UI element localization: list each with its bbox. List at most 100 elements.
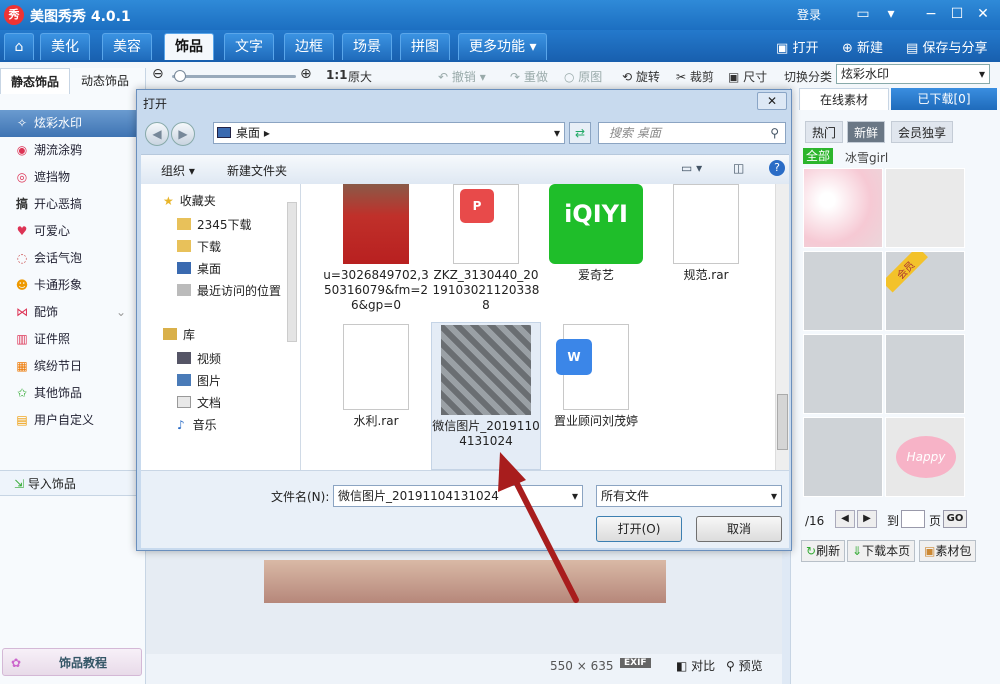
scrollbar-thumb[interactable] [777,394,788,450]
resize-button[interactable]: ▣ 尺寸 [728,68,767,85]
tab-scene[interactable]: 场景 [342,33,392,60]
sidebar-item[interactable]: 搞开心恶搞 [0,191,145,218]
sidebar-item[interactable]: ▤ 用户自定义 [0,407,145,434]
minimize-icon[interactable]: − [920,4,942,24]
zoom-slider-handle[interactable] [174,70,186,82]
expand-icon[interactable]: ⌄ [116,299,126,326]
close-icon[interactable]: ✕ [972,4,994,24]
tab-beautify[interactable]: 美化 [40,33,90,60]
zoom-slider[interactable] [172,75,296,78]
nav-item[interactable]: 桌面 [177,258,221,280]
download-page-button[interactable]: ⇓下载本页 [847,540,916,562]
login-link[interactable]: 登录 [797,6,821,23]
filter-hot[interactable]: 热门 [805,121,844,143]
material-thumbnail[interactable]: Happy [885,417,965,497]
material-thumbnail[interactable]: 会员 [885,251,965,331]
tab-frame[interactable]: 边框 [284,33,334,60]
accessory-tutorial-button[interactable]: ✿ 饰品教程 [2,648,142,676]
nav-favorites[interactable]: ★ 收藏夹 [163,190,216,212]
file-item[interactable]: u=3026849702,350316079&fm=26&gp=0 [321,184,431,313]
tab-beauty[interactable]: 美容 [102,33,152,60]
sidebar-item[interactable]: ◉ 潮流涂鸦 [0,137,145,164]
file-item[interactable]: 规范.rar [651,184,761,283]
exif-button[interactable]: EXIF [620,658,651,668]
tab-text[interactable]: 文字 [224,33,274,60]
material-thumbnail[interactable] [885,334,965,414]
actual-size-button[interactable]: 1:1 [326,68,348,82]
menu-icon[interactable]: ▾ [880,4,902,24]
view-options-icon[interactable]: ▭ ▾ [681,161,702,175]
cancel-button[interactable]: 取消 [696,516,782,542]
sidebar-item[interactable]: ✩ 其他饰品 [0,380,145,407]
refresh-button[interactable]: ↻刷新 [801,540,846,562]
tab-more[interactable]: 更多功能 ▾ [458,33,548,60]
file-list-scrollbar[interactable] [775,184,789,470]
new-folder-button[interactable]: 新建文件夹 [227,162,287,179]
original-button[interactable]: ○ 原图 [564,68,602,85]
go-button[interactable]: GO [943,510,967,528]
nav-item[interactable]: 最近访问的位置 [177,280,281,302]
open-button[interactable]: ▣ 打开 [776,37,818,56]
sidebar-item[interactable]: ▦ 缤纷节日 [0,353,145,380]
tab-downloaded[interactable]: 已下载[0] [891,88,997,110]
sidebar-item[interactable]: ♥ 可爱心 [0,218,145,245]
sidebar-item[interactable]: ☻ 卡通形象 [0,272,145,299]
file-item[interactable]: iQIYI 爱奇艺 [541,184,651,283]
organize-menu[interactable]: 组织 ▾ [161,162,195,179]
chevron-down-icon[interactable]: ▾ [572,486,578,506]
zoom-out-icon[interactable]: ⊖ [152,66,164,82]
filename-input[interactable]: 微信图片_20191104131024 ▾ [333,485,583,507]
open-button[interactable]: 打开(O) [596,516,682,542]
file-item[interactable]: P ZKZ_3130440_20191030211203388 [431,184,541,313]
nav-item[interactable]: 视频 [177,348,221,370]
preview-pane-icon[interactable]: ◫ [733,161,744,175]
nav-item[interactable]: 图片 [177,370,221,392]
message-icon[interactable]: ▭ [852,4,874,24]
nav-item[interactable]: 2345下载 [177,214,252,236]
original-size-button[interactable]: 原大 [348,68,372,85]
nav-item[interactable]: ♪ 音乐 [177,414,217,436]
tab-accessories[interactable]: 饰品 [164,33,214,60]
search-input[interactable]: 搜索 桌面 ⚲ [598,122,786,144]
category-select[interactable]: 炫彩水印 ▾ [836,64,990,84]
page-input[interactable] [901,510,925,528]
tab-static-accessories[interactable]: 静态饰品 [0,68,70,94]
address-bar[interactable]: 桌面 ▸ ▾ [213,122,565,144]
sidebar-item[interactable]: ◌ 会话气泡 [0,245,145,272]
sidebar-item[interactable]: ✧ 炫彩水印 [0,110,145,137]
preview-button[interactable]: ⚲ 预览 [726,657,763,674]
nav-item[interactable]: 下载 [177,236,221,258]
dialog-close-icon[interactable]: ✕ [757,92,787,110]
material-thumbnail[interactable] [885,168,965,248]
tab-collage[interactable]: 拼图 [400,33,450,60]
back-icon[interactable]: ◀ [145,122,169,146]
material-thumbnail[interactable] [803,168,883,248]
nav-item[interactable]: 文档 [177,392,221,414]
home-tab[interactable]: ⌂ [4,33,34,60]
filetype-select[interactable]: 所有文件 ▾ [596,485,782,507]
crop-button[interactable]: ✂ 裁剪 [676,68,714,85]
compare-button[interactable]: ◧ 对比 [676,657,715,674]
redo-button[interactable]: ↷ 重做 [510,68,548,85]
material-thumbnail[interactable] [803,417,883,497]
forward-icon[interactable]: ▶ [171,122,195,146]
chevron-down-icon[interactable]: ▾ [554,123,560,143]
next-page-button[interactable]: ▶ [857,510,877,528]
save-share-button[interactable]: ▤ 保存与分享 [906,37,987,56]
zoom-in-icon[interactable]: ⊕ [300,66,312,82]
sidebar-item[interactable]: ⋈ 配饰 ⌄ [0,299,145,326]
rotate-button[interactable]: ⟲ 旋转 [622,68,660,85]
file-item-selected[interactable]: 微信图片_20191104131024 [431,322,541,470]
sidebar-item[interactable]: ▥ 证件照 [0,326,145,353]
file-item[interactable]: 水利.rar [321,324,431,429]
maximize-icon[interactable]: ☐ [946,4,968,24]
import-accessory-button[interactable]: ⇲ 导入饰品 [0,470,145,496]
refresh-icon[interactable]: ⇄ [569,122,591,144]
filter-new[interactable]: 新鲜 [847,121,886,143]
subfilter-all[interactable]: 全部 [803,148,834,164]
material-thumbnail[interactable] [803,251,883,331]
material-pack-button[interactable]: ▣素材包 [919,540,977,562]
tab-online-materials[interactable]: 在线素材 [799,88,889,110]
prev-page-button[interactable]: ◀ [835,510,855,528]
tab-dynamic-accessories[interactable]: 动态饰品 [70,68,140,94]
